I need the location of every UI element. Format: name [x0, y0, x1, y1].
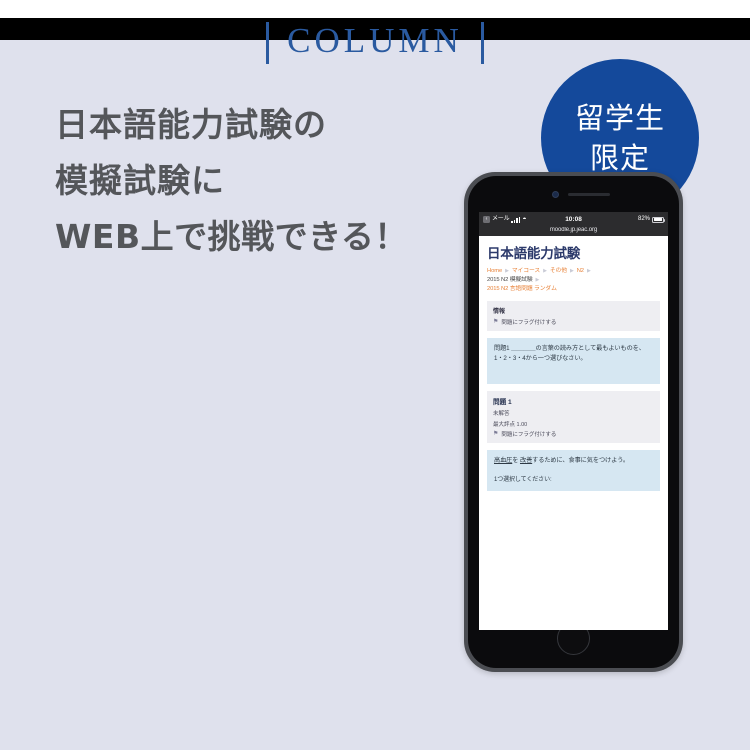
breadcrumb-item-home[interactable]: Home: [487, 268, 502, 274]
phone-body: ‹ メール ◓ 10:08 82% moodle.jp.jeac.org 日本語…: [468, 176, 679, 668]
flag-icon: ⚑: [493, 431, 499, 437]
flag-question-row[interactable]: ⚑ 問題にフラグ付けする: [493, 318, 654, 326]
banner-canvas: COLUMN 日本語能力試験の 模擬試験に WEB上で挑戦できる！ 留学生 限定: [0, 21, 750, 750]
question-max-grade: 最大評点 1.00: [493, 421, 528, 428]
headline-line-1: 日本語能力試験の: [55, 105, 327, 144]
breadcrumb-item-other[interactable]: その他: [550, 268, 567, 274]
site-title: 日本語能力試験: [487, 246, 581, 262]
flag-question-label[interactable]: 問題にフラグ付けする: [501, 430, 556, 438]
badge-line-1: 留学生: [574, 101, 665, 135]
ios-status-bar: ‹ メール ◓ 10:08 82%: [479, 212, 668, 227]
headline-line-3: WEB上で挑戦できる！: [55, 217, 408, 256]
screenshot-root: COLUMN 日本語能力試験の 模擬試験に WEB上で挑戦できる！ 留学生 限定: [0, 0, 750, 750]
webpage-content: 日本語能力試験 Home ▶ マイコース ▶ その他 ▶ N2 ▶ 2015 N…: [479, 236, 668, 621]
phone-screen: ‹ メール ◓ 10:08 82% moodle.jp.jeac.org 日本語…: [479, 212, 668, 630]
instruction-box: 問題1 ＿＿＿＿の言葉の読み方として最もよいものを、1・2・3・4から一つ選びな…: [487, 338, 660, 384]
breadcrumb-item-mock-exam[interactable]: 2015 N2 模擬試験: [487, 277, 533, 283]
breadcrumb-separator-icon: ▶: [505, 268, 509, 274]
front-camera-icon: [552, 191, 559, 198]
answer-box: 高血圧を 改善するために、食事に気をつけよう。 1つ選択してください:: [487, 450, 660, 491]
answer-mid-1: を: [512, 457, 520, 464]
page-title: 日本語能力試験の 模擬試験に WEB上で挑戦できる！: [55, 97, 408, 265]
breadcrumb-item-mycourses[interactable]: マイコース: [512, 268, 540, 274]
breadcrumb-item-n2[interactable]: N2: [577, 268, 584, 274]
question-number: 問題 1: [493, 399, 512, 406]
info-card: 情報 ⚑ 問題にフラグ付けする: [487, 301, 660, 331]
status-bar-right: 82%: [637, 212, 665, 227]
breadcrumb-separator-icon: ▶: [569, 268, 574, 274]
phone-mockup: ‹ メール ◓ 10:08 82% moodle.jp.jeac.org 日本語…: [464, 172, 683, 672]
earpiece-speaker: [568, 193, 610, 196]
question-status: 未解答: [493, 411, 510, 417]
question-card: 問題 1 未解答 最大評点 1.00 ⚑ 問題にフラグ付けする: [487, 391, 660, 443]
browser-url-bar[interactable]: moodle.jp.jeac.org: [479, 227, 668, 236]
flag-icon: ⚑: [493, 319, 499, 325]
breadcrumb-separator-icon: ▶: [586, 268, 591, 274]
breadcrumb: Home ▶ マイコース ▶ その他 ▶ N2 ▶ 2015 N2 模擬試験 ▶…: [487, 267, 660, 294]
flag-question-row[interactable]: ⚑ 問題にフラグ付けする: [493, 430, 654, 438]
flag-question-label[interactable]: 問題にフラグ付けする: [501, 318, 556, 326]
answer-term-1: 高血圧: [494, 457, 513, 464]
answer-rest: するために、食事に気をつけよう。: [532, 457, 630, 464]
breadcrumb-item-random-quiz[interactable]: 2015 N2 言語問題 ランダム: [487, 286, 557, 292]
headline-line-2: 模擬試験に: [55, 161, 225, 200]
breadcrumb-separator-icon: ▶: [543, 268, 547, 274]
top-white-strip: [0, 0, 750, 18]
info-card-title: 情報: [493, 309, 506, 315]
breadcrumb-separator-icon: ▶: [535, 277, 540, 283]
choose-prompt: 1つ選択してください:: [494, 477, 552, 483]
column-label: COLUMN: [287, 21, 463, 60]
battery-percent-label: 82%: [637, 216, 650, 222]
answer-term-2: 改善: [519, 457, 533, 464]
battery-icon: [652, 216, 665, 223]
